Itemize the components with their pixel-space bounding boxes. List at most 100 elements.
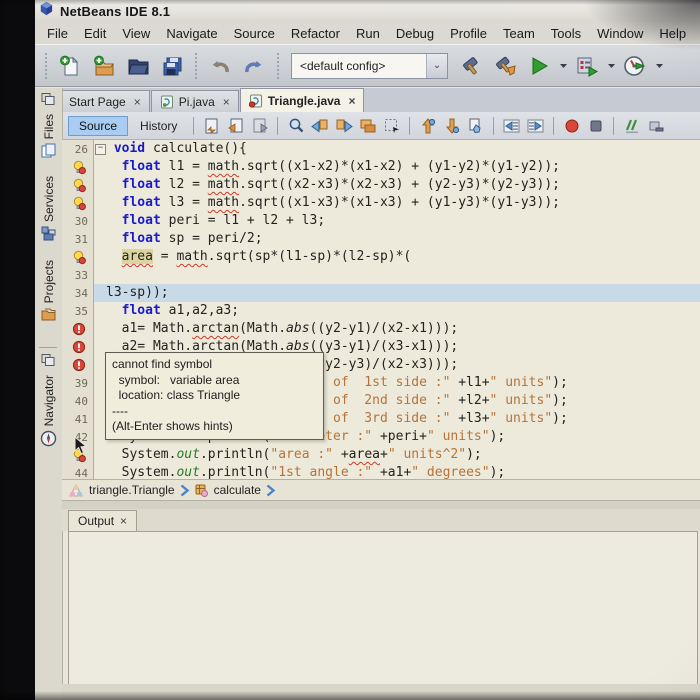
breadcrumb-item-triangle-triangle[interactable]: triangle.Triangle [68,483,175,498]
profile-project-button[interactable] [620,51,650,81]
toggle-highlight-button[interactable] [357,115,378,136]
find-next-button[interactable] [333,115,354,136]
code-editor[interactable]: 26 30 31 33 34 35 39 40 41 42 44 − void calculate(… [62,140,700,479]
menu-item-help[interactable]: Help [651,24,694,43]
debug-project-button[interactable] [572,51,602,81]
shift-line-left-button[interactable] [501,115,522,136]
toolbar-separator [493,116,495,135]
sidebar-item-navigator[interactable]: Navigator [35,375,62,446]
close-icon[interactable]: × [134,95,141,109]
output-panel [68,531,698,685]
uncomment-button[interactable] [645,115,666,136]
shift-line-right-button[interactable] [525,115,546,136]
rectangular-selection-button[interactable] [381,115,402,136]
tab-label: Triangle.java [267,93,341,108]
find-previous-button[interactable] [309,115,330,136]
sidebar-item-services[interactable]: Services [35,176,62,242]
toggle-bookmark-button[interactable] [465,115,486,136]
code-line-34: l3-sp)); [94,284,700,302]
next-bookmark-icon [443,117,461,135]
menu-item-edit[interactable]: Edit [76,24,114,43]
comment-button[interactable] [621,115,642,136]
menu-item-refactor[interactable]: Refactor [283,24,348,43]
tab-label: Start Page [69,94,126,109]
line-number: 35 [74,304,88,318]
forward-button[interactable] [249,115,270,136]
tab-start-page[interactable]: Start Page × [60,90,150,112]
sidebar-item-files[interactable]: Files [35,114,62,159]
menu-item-window[interactable]: Window [589,24,651,43]
config-select[interactable]: <default config> ⌄ [291,52,448,79]
dock-windows-icon[interactable] [41,353,55,372]
close-icon[interactable]: × [120,514,127,528]
menu-item-navigate[interactable]: Navigate [158,24,225,43]
source-view-button[interactable]: Source [68,115,129,136]
save-all-button[interactable] [157,51,187,81]
toolbar-grip [276,52,280,79]
tab-pi-java[interactable]: Pi.java × [150,90,239,112]
menu-item-tools[interactable]: Tools [543,24,589,43]
find-selection-button[interactable] [285,115,306,136]
toggle-bookmark-icon [467,117,485,135]
error-hint-bulb-icon[interactable] [72,160,86,175]
gutter-row: 26 [62,140,93,158]
history-view-button[interactable]: History [131,117,186,135]
gutter-row: 39 [62,374,93,392]
menu-item-file[interactable]: File [39,24,76,43]
new-file-button[interactable] [55,51,85,81]
open-project-button[interactable] [123,51,153,81]
next-bookmark-button[interactable] [441,115,462,136]
menu-item-profile[interactable]: Profile [442,24,495,43]
code-line-43: System.out.println("area :" +area+" unit… [121,447,482,462]
menu-item-view[interactable]: View [114,24,158,43]
toolbar-grip [44,52,48,79]
last-edit-button[interactable] [201,115,222,136]
error-hint-bulb-icon[interactable] [72,178,86,193]
error-hint-bulb-icon[interactable] [72,250,86,265]
run-project-dropdown[interactable] [559,61,568,70]
profile-project-dropdown[interactable] [655,61,664,70]
error-badge-icon[interactable] [72,358,86,372]
undo-icon [207,54,233,78]
redo-button[interactable] [239,51,269,81]
tooltip-line: location: class Triangle [112,388,241,402]
error-badge-icon[interactable] [72,340,86,354]
close-icon[interactable]: × [223,95,230,109]
undo-button[interactable] [205,51,235,81]
clean-build-project-button[interactable] [490,51,520,81]
java-file-error-icon [248,94,263,108]
start-macro-recording-button[interactable] [561,115,582,136]
open-project-icon [126,54,150,78]
error-hint-bulb-icon[interactable] [72,196,86,211]
splitter[interactable] [62,501,700,509]
config-dropdown-button[interactable]: ⌄ [426,53,447,78]
run-project-button[interactable] [524,51,554,81]
dock-windows-icon[interactable] [41,92,55,111]
back-button[interactable] [225,115,246,136]
sidebar-item-projects[interactable]: Projects [35,260,62,323]
new-project-button[interactable] [89,51,119,81]
menu-item-run[interactable]: Run [348,24,388,43]
menu-item-team[interactable]: Team [495,24,543,43]
build-project-button[interactable] [456,51,486,81]
line-number: 40 [74,394,88,408]
menu-item-debug[interactable]: Debug [388,24,442,43]
stop-macro-recording-button[interactable] [585,115,606,136]
previous-bookmark-button[interactable] [417,115,438,136]
code-fold-icon[interactable]: − [95,144,106,155]
menu-item-source[interactable]: Source [226,24,283,43]
close-icon[interactable]: × [348,94,355,108]
debug-project-dropdown[interactable] [607,61,616,70]
line-number: 41 [74,412,88,426]
chevron-right-icon [265,484,276,497]
toolbar-separator [613,116,615,135]
line-number: 30 [74,214,88,228]
editor-toolbar: Source History [62,112,700,140]
breadcrumb-item-calculate[interactable]: calculate [194,483,261,498]
sidebar-item-label: Files [41,114,56,140]
breadcrumb: triangle.Triangle calculate [62,479,700,501]
code-line-27: float l1 = math.sqrt((x1-x2)*(x1-x2) + (… [121,159,560,174]
tab-triangle-java[interactable]: Triangle.java × [239,88,365,112]
error-badge-icon[interactable] [72,322,86,336]
tab-output[interactable]: Output × [68,510,138,531]
